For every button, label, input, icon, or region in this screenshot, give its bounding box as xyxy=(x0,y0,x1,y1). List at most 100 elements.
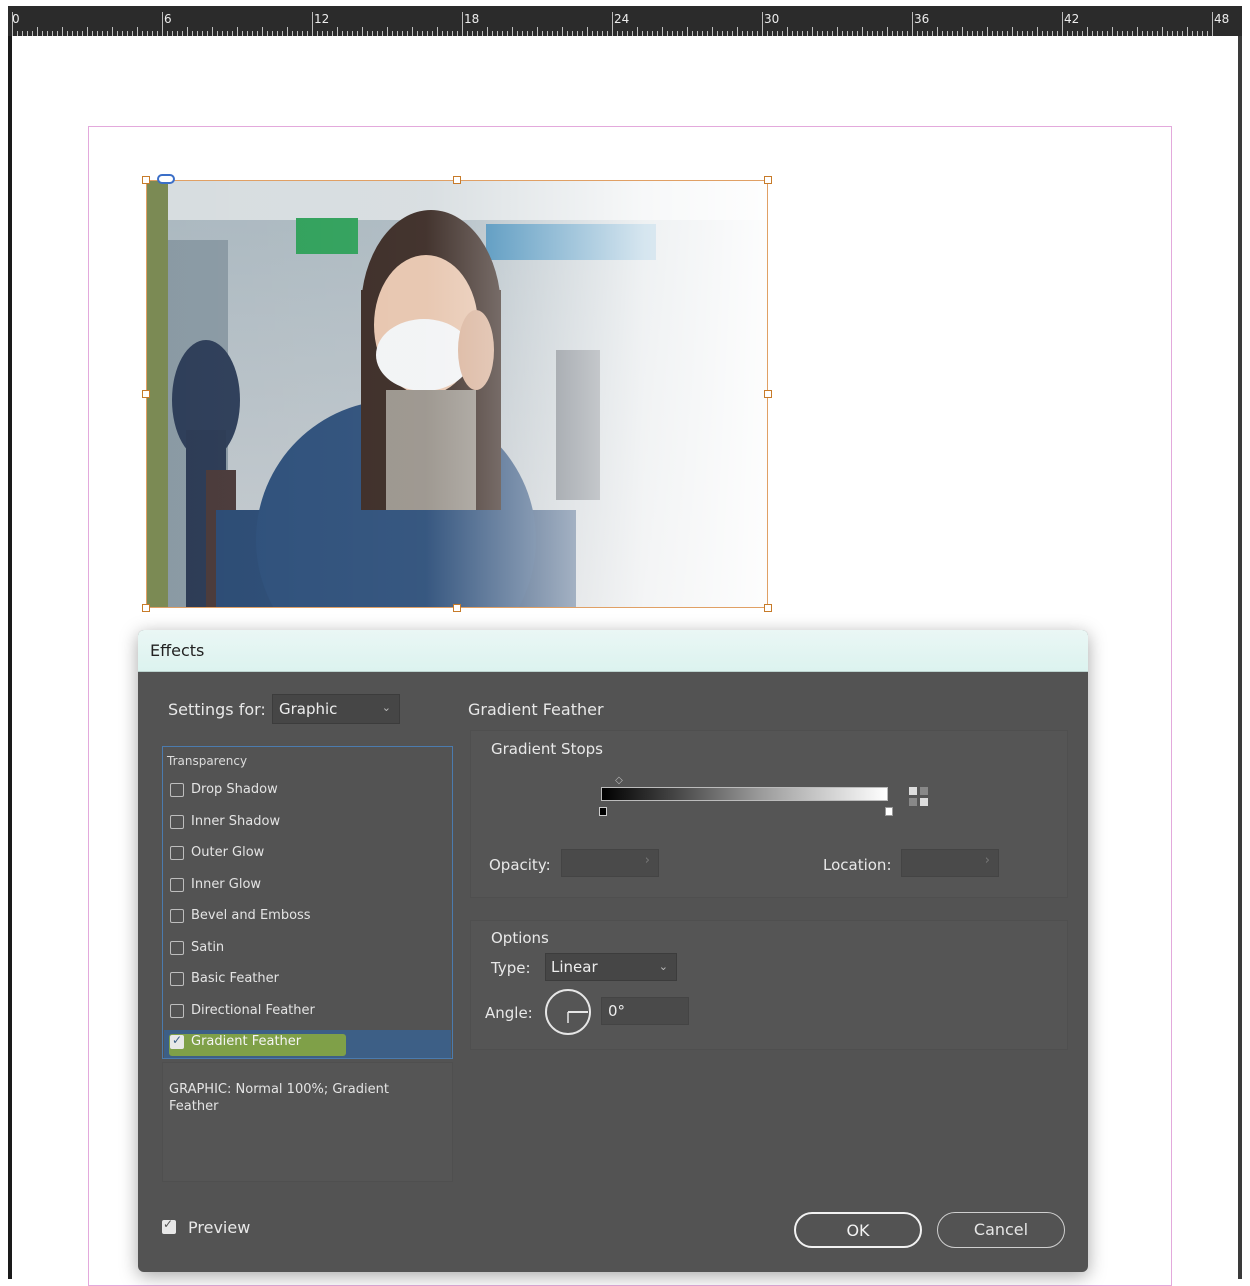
ruler-tick xyxy=(717,31,718,36)
ruler-tick xyxy=(17,31,18,36)
ruler-tick xyxy=(667,31,668,36)
opacity-field[interactable]: › xyxy=(561,849,659,877)
directional-feather-checkbox[interactable] xyxy=(170,1004,184,1018)
ruler-tick xyxy=(252,31,253,36)
ruler-tick xyxy=(492,31,493,36)
ruler-tick xyxy=(37,27,38,36)
ruler-tick xyxy=(1147,31,1148,36)
ruler-tick xyxy=(197,31,198,36)
inner-shadow-checkbox[interactable] xyxy=(170,815,184,829)
ruler-tick xyxy=(707,31,708,36)
ok-button[interactable]: OK xyxy=(794,1212,922,1248)
effects-list-header[interactable]: Transparency xyxy=(167,754,247,768)
ruler-tick xyxy=(387,27,388,36)
ruler-tick xyxy=(42,31,43,36)
ruler-tick xyxy=(72,31,73,36)
ruler-tick xyxy=(367,31,368,36)
handle-middle-right[interactable] xyxy=(764,390,772,398)
ruler-tick xyxy=(1152,31,1153,36)
handle-top-center[interactable] xyxy=(453,176,461,184)
midpoint-diamond-icon[interactable]: ◇ xyxy=(611,775,627,786)
ruler-tick xyxy=(857,31,858,36)
gradient-stop-start[interactable] xyxy=(599,807,607,816)
ruler-tick xyxy=(557,31,558,36)
ruler-tick xyxy=(777,31,778,36)
handle-top-left[interactable] xyxy=(142,176,150,184)
inner-glow-checkbox[interactable] xyxy=(170,878,184,892)
ruler-tick xyxy=(1087,27,1088,36)
location-field[interactable]: › xyxy=(901,849,999,877)
ruler-tick xyxy=(662,27,663,36)
ruler-tick xyxy=(82,31,83,36)
ruler-tick xyxy=(547,31,548,36)
ruler-tick xyxy=(872,31,873,36)
ruler-tick xyxy=(142,31,143,36)
ruler-tick xyxy=(912,12,913,36)
ruler-tick xyxy=(632,31,633,36)
handle-bottom-center[interactable] xyxy=(453,604,461,612)
image-frame-border xyxy=(146,180,768,608)
ruler-tick xyxy=(292,31,293,36)
ruler-tick xyxy=(647,31,648,36)
ruler-tick xyxy=(407,31,408,36)
options-label: Options xyxy=(491,929,549,947)
bevel-and-emboss-checkbox[interactable] xyxy=(170,909,184,923)
settings-for-label: Settings for: xyxy=(168,700,266,719)
ruler-tick xyxy=(512,27,513,36)
ruler-tick xyxy=(222,31,223,36)
ruler-tick xyxy=(637,27,638,36)
ruler-tick xyxy=(852,31,853,36)
gradient-feather-checkbox[interactable] xyxy=(170,1033,184,1049)
ruler-tick xyxy=(417,31,418,36)
cancel-button[interactable]: Cancel xyxy=(937,1212,1065,1248)
ruler-tick xyxy=(1057,31,1058,36)
ruler-tick xyxy=(1022,31,1023,36)
ruler-tick xyxy=(937,27,938,36)
ruler-tick xyxy=(1062,12,1063,36)
angle-dial-icon[interactable] xyxy=(543,987,593,1037)
ruler-tick xyxy=(372,31,373,36)
ruler-tick xyxy=(1002,31,1003,36)
ruler-tick xyxy=(487,27,488,36)
ruler-tick xyxy=(117,31,118,36)
handle-bottom-right[interactable] xyxy=(764,604,772,612)
type-value: Linear xyxy=(551,958,598,976)
selected-image-frame[interactable] xyxy=(146,180,768,608)
handle-middle-left[interactable] xyxy=(142,390,150,398)
settings-for-value: Graphic xyxy=(279,700,338,718)
content-grabber-icon[interactable] xyxy=(157,174,175,184)
ruler-tick xyxy=(382,31,383,36)
ruler-tick xyxy=(812,27,813,36)
angle-field[interactable]: 0° xyxy=(601,997,689,1025)
ruler-tick xyxy=(1097,31,1098,36)
ruler-tick xyxy=(457,31,458,36)
ruler-tick xyxy=(537,27,538,36)
ruler-tick xyxy=(607,31,608,36)
ruler-tick xyxy=(772,31,773,36)
basic-feather-checkbox[interactable] xyxy=(170,972,184,986)
ruler-label-24: 24 xyxy=(614,12,630,26)
handle-top-right[interactable] xyxy=(764,176,772,184)
ruler-tick xyxy=(617,31,618,36)
ruler-tick xyxy=(347,31,348,36)
gradient-stop-end[interactable] xyxy=(885,807,893,816)
satin-checkbox[interactable] xyxy=(170,941,184,955)
ruler-tick xyxy=(1102,31,1103,36)
effect-label: Outer Glow xyxy=(191,845,265,860)
reverse-gradient-icon[interactable] xyxy=(909,787,933,807)
ruler-tick xyxy=(947,31,948,36)
ruler-tick xyxy=(442,31,443,36)
ruler-tick xyxy=(902,31,903,36)
horizontal-ruler[interactable]: 0 6 12 18 24 30 36 42 48 xyxy=(8,6,1242,36)
handle-bottom-left[interactable] xyxy=(142,604,150,612)
preview-checkbox[interactable]: ✓ xyxy=(162,1217,176,1234)
settings-for-dropdown[interactable]: Graphic ⌄ xyxy=(272,694,400,724)
ruler-tick xyxy=(817,31,818,36)
ruler-tick xyxy=(277,31,278,36)
gradient-ramp[interactable] xyxy=(601,787,888,801)
dialog-title-bar[interactable]: Effects xyxy=(138,630,1088,672)
ruler-tick xyxy=(247,31,248,36)
type-dropdown[interactable]: Linear ⌄ xyxy=(545,953,677,981)
outer-glow-checkbox[interactable] xyxy=(170,846,184,860)
drop-shadow-checkbox[interactable] xyxy=(170,783,184,797)
